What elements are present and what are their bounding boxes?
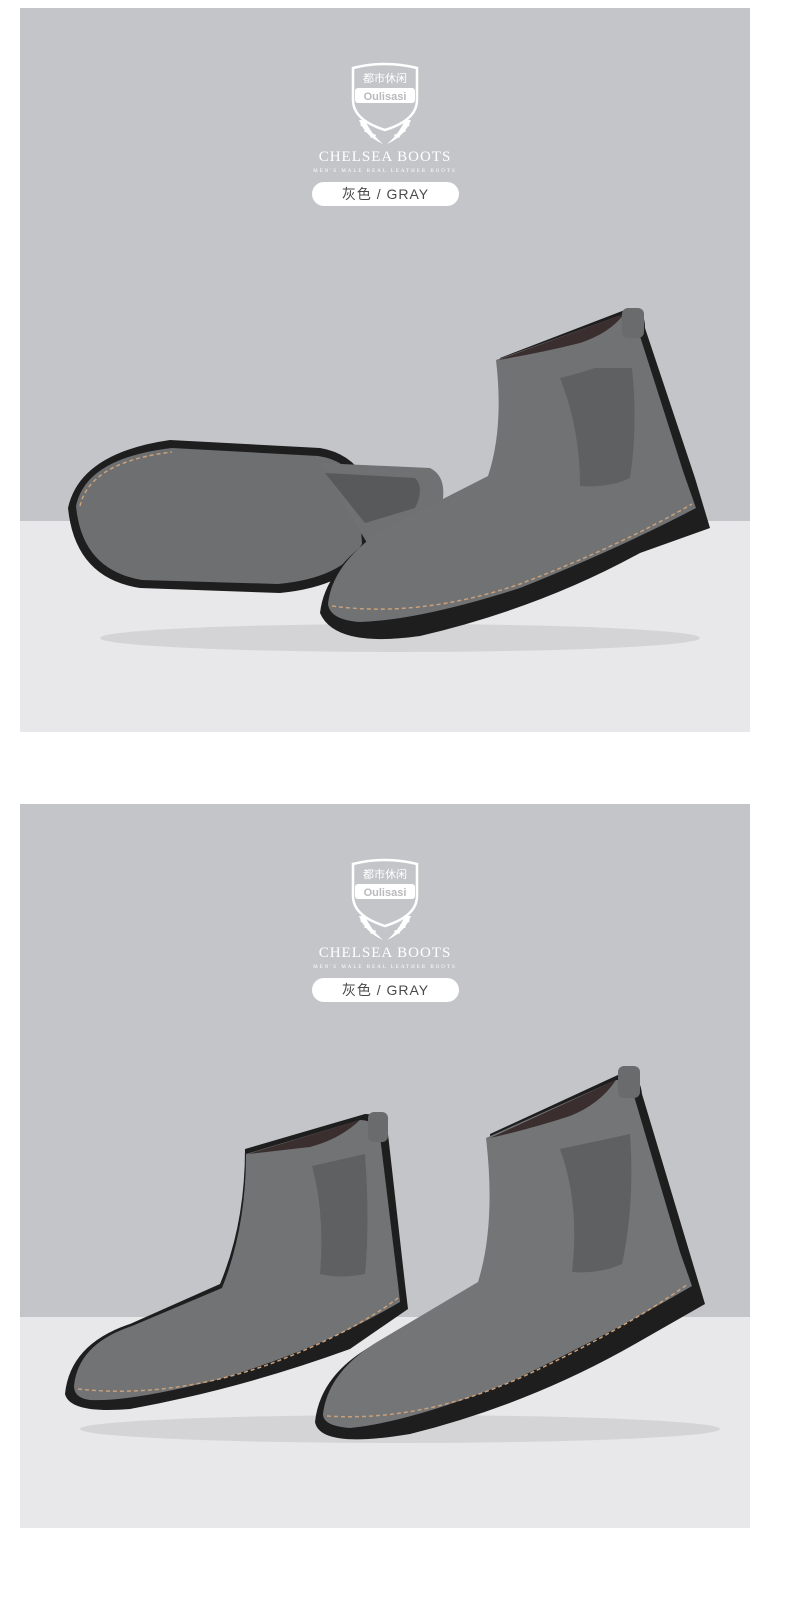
boots-pair-photo	[65, 1066, 720, 1443]
product-photo-panel-2: 都市休闲 Oulisasi CHELSEA BOOTS MEN'S MALE R…	[20, 804, 750, 1528]
product-photo-panel-1: 都市休闲 Oulisasi CHELSEA BOOTS MEN'S MALE R…	[20, 8, 750, 732]
boots-pair-photo	[68, 308, 710, 652]
